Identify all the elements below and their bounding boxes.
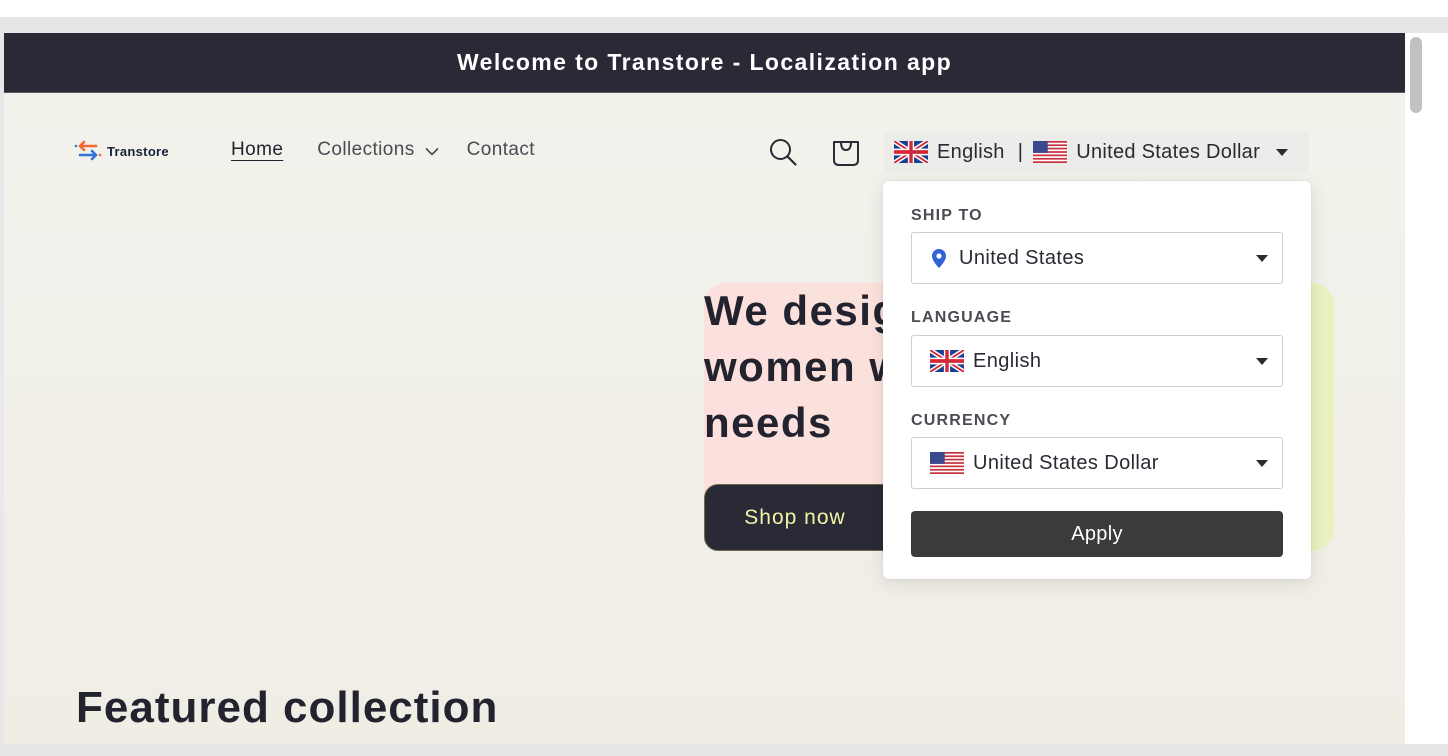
locale-language-label: English [937, 140, 1005, 163]
caret-down-icon [1256, 358, 1268, 365]
cart-button[interactable] [829, 135, 863, 169]
browser-bottom-strip [0, 744, 1448, 756]
location-pin-icon [932, 248, 946, 268]
uk-flag-icon [930, 350, 964, 372]
nav-home-link[interactable]: Home [231, 139, 283, 161]
nav-item-contact[interactable]: Contact [467, 139, 535, 161]
localization-popover: SHIP TO United States LANGUAGE English C… [883, 181, 1311, 579]
scrollbar-thumb[interactable] [1410, 37, 1422, 113]
announcement-bar: Welcome to Transtore - Localization app [4, 33, 1405, 93]
currency-select[interactable]: United States Dollar [911, 437, 1283, 489]
currency-value: United States Dollar [973, 451, 1159, 474]
search-icon [770, 139, 797, 166]
caret-down-icon [1276, 148, 1289, 156]
uk-flag-icon [894, 141, 928, 163]
caret-down-icon [1256, 255, 1268, 262]
nav-item-home[interactable]: Home [231, 139, 283, 161]
chevron-down-icon [425, 147, 439, 156]
locale-switcher-button[interactable]: English | United States Dollar [884, 131, 1309, 173]
language-value: English [973, 349, 1042, 372]
us-flag-icon [1033, 141, 1068, 163]
ship-to-value: United States [959, 246, 1085, 269]
scrollbar-track[interactable] [1405, 33, 1428, 744]
language-select[interactable]: English [911, 335, 1283, 387]
nav-collections-label[interactable]: Collections [317, 139, 414, 161]
browser-top-strip [0, 0, 1448, 17]
cart-icon [833, 141, 859, 166]
featured-collection-heading: Featured collection [76, 683, 499, 732]
locale-currency-label: United States Dollar [1076, 140, 1261, 163]
storefront-viewport: Welcome to Transtore - Localization app … [4, 33, 1405, 744]
transtore-arrows-icon [74, 140, 102, 161]
ship-to-select[interactable]: United States [911, 232, 1283, 284]
nav-item-collections[interactable]: Collections [317, 139, 439, 161]
language-label: LANGUAGE [911, 309, 1013, 326]
announcement-text: Welcome to Transtore - Localization app [456, 49, 953, 75]
window-gutter [1428, 33, 1448, 744]
currency-label: CURRENCY [911, 412, 1012, 429]
search-button[interactable] [766, 135, 800, 169]
browser-frame [0, 17, 1448, 33]
apply-button[interactable]: Apply [911, 511, 1283, 557]
us-flag-icon [930, 452, 964, 474]
caret-down-icon [1256, 460, 1268, 467]
store-logo[interactable]: Transtore [74, 139, 169, 163]
logo-text: Transtore [107, 143, 169, 159]
nav-contact-link[interactable]: Contact [467, 139, 535, 161]
locale-separator: | [1017, 140, 1024, 163]
ship-to-label: SHIP TO [911, 207, 983, 224]
main-nav: Home Collections Contact [231, 139, 563, 161]
